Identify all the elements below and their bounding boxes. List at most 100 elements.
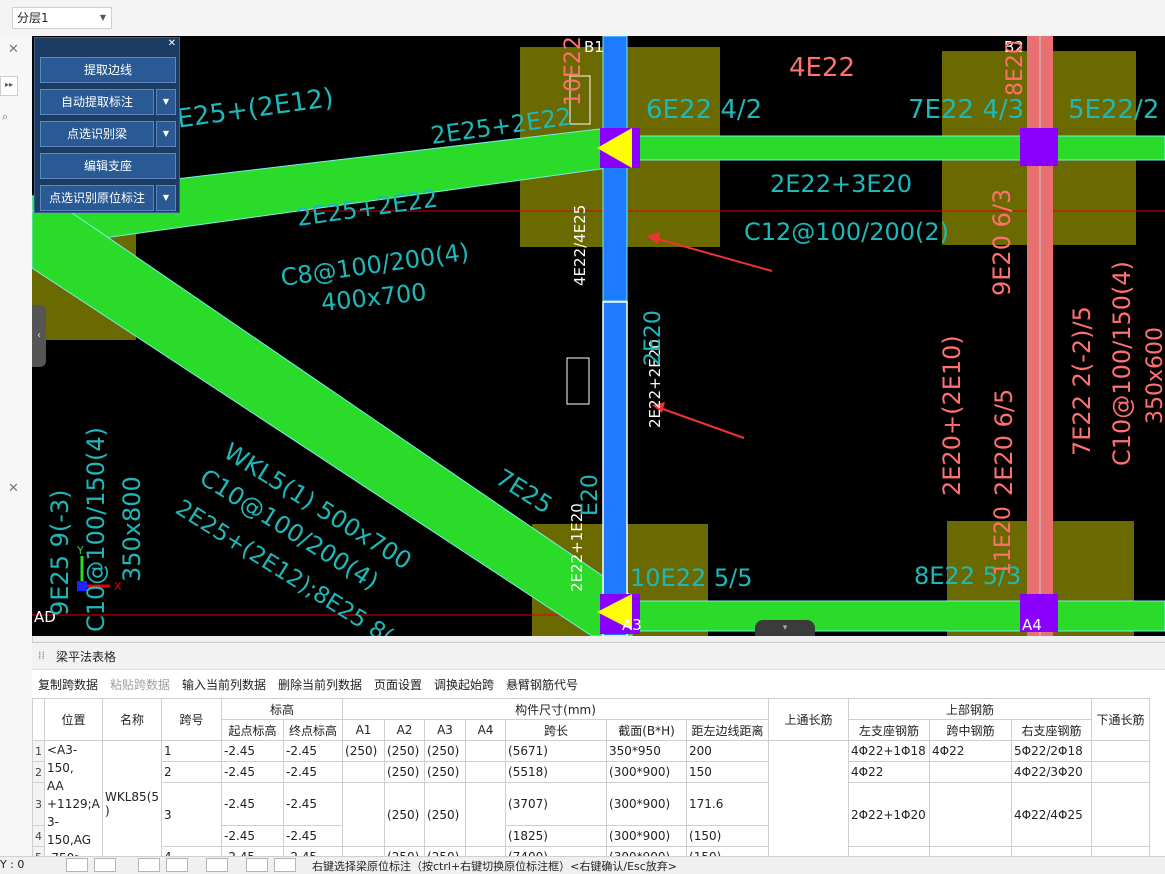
table-row[interactable]: 1 <A3-150, AA +1129;A 3-150,AG -750> WKL… <box>32 740 1151 868</box>
edge-dist-cell[interactable]: 150 <box>686 761 770 783</box>
end-elev-cell[interactable]: -2.45 <box>283 740 344 762</box>
row-number: 1 <box>32 740 45 762</box>
pick-identify-inplace-label-button[interactable]: 点选识别原位标注 <box>40 185 154 211</box>
right-support-cell[interactable]: 5Φ22/2Φ18 <box>1011 740 1093 762</box>
paste-span-data-button[interactable]: 粘贴跨数据 <box>110 676 170 693</box>
more-icon[interactable]: ▸▸ <box>0 76 18 96</box>
span-len-cell[interactable]: (5671) <box>505 740 608 762</box>
ortho-toggle[interactable] <box>66 858 88 872</box>
left-support-cell[interactable]: 4Φ22+1Φ18 <box>848 740 931 762</box>
start-elev-cell[interactable]: -2.45 <box>221 782 285 826</box>
span-len-cell[interactable]: (5518) <box>505 761 608 783</box>
annotation: 350x800 <box>118 476 146 582</box>
panel-title-bar: ⁞⁞ 梁平法表格 <box>32 643 1165 670</box>
a4-cell[interactable] <box>465 782 507 847</box>
section-cell[interactable]: (300*900) <box>606 761 688 783</box>
section-cell[interactable]: (300*900) <box>606 825 688 847</box>
copy-span-data-button[interactable]: 复制跨数据 <box>38 676 98 693</box>
col-elevation: 标高 <box>221 698 344 720</box>
name-cell[interactable]: WKL85(5 ) <box>101 740 163 868</box>
layer-select[interactable]: 分层1 ▼ <box>12 7 112 29</box>
a3-cell[interactable]: (250) <box>424 740 467 762</box>
edge-dist-cell[interactable]: (150) <box>686 825 770 847</box>
col-left-support: 左支座钢筋 <box>848 719 931 741</box>
col-a4: A4 <box>465 719 507 741</box>
span-cell[interactable]: 2 <box>161 761 223 783</box>
col-section: 截面(B*H) <box>606 719 688 741</box>
lineweight-toggle[interactable] <box>246 858 268 872</box>
cad-viewport[interactable]: Y X B1 B2 A3 A4 AD 4E22 2E25+(2E12) 2E25… <box>32 36 1165 636</box>
selected-beam <box>602 301 628 636</box>
page-setup-button[interactable]: 页面设置 <box>374 676 422 693</box>
a4-cell[interactable] <box>465 761 507 783</box>
start-elev-cell[interactable]: -2.45 <box>221 825 285 847</box>
a4-cell[interactable] <box>465 740 507 762</box>
row-header <box>32 698 45 741</box>
span-len-cell[interactable]: (1825) <box>505 825 608 847</box>
mid-span-cell[interactable] <box>929 782 1013 847</box>
annotation: C10@100/150(4) <box>1108 261 1136 466</box>
span-cell[interactable]: 3 <box>161 782 223 847</box>
right-support-cell[interactable]: 4Φ22/4Φ25 <box>1011 782 1093 847</box>
span-cell[interactable]: 1 <box>161 740 223 762</box>
left-support-cell[interactable]: 4Φ22 <box>848 761 931 783</box>
a3-cell[interactable]: (250) <box>424 761 467 783</box>
span-len-cell[interactable]: (3707) <box>505 782 608 826</box>
dynamic-input-toggle[interactable] <box>274 858 296 872</box>
mid-span-cell[interactable] <box>929 761 1013 783</box>
a2-cell[interactable]: (250) <box>384 782 426 847</box>
end-elev-cell[interactable]: -2.45 <box>283 825 344 847</box>
top-through-cell[interactable] <box>768 740 850 868</box>
bottom-through-cell[interactable] <box>1091 761 1151 783</box>
end-elev-cell[interactable]: -2.45 <box>283 761 344 783</box>
annotation: 2E20 <box>641 310 666 366</box>
extract-edge-button[interactable]: 提取边线 <box>40 57 176 83</box>
annotation: C10@100/150(4) <box>82 427 110 632</box>
swap-start-span-button[interactable]: 调换起始跨 <box>434 676 494 693</box>
a1-cell[interactable] <box>342 782 386 847</box>
a2-cell[interactable]: (250) <box>384 761 426 783</box>
viewport-expand-handle[interactable]: ▾ <box>755 620 815 636</box>
a1-cell[interactable]: (250) <box>342 740 386 762</box>
chevron-down-icon[interactable]: ▼ <box>156 89 176 115</box>
bottom-through-cell[interactable] <box>1091 782 1151 847</box>
end-elev-cell[interactable]: -2.45 <box>283 782 344 826</box>
right-support-cell[interactable]: 4Φ22/3Φ20 <box>1011 761 1093 783</box>
edit-support-button[interactable]: 编辑支座 <box>40 153 176 179</box>
polar-toggle[interactable] <box>166 858 188 872</box>
input-column-data-button[interactable]: 输入当前列数据 <box>182 676 266 693</box>
a3-cell[interactable]: (250) <box>424 782 467 847</box>
drag-grip-icon[interactable]: ⁞⁞ <box>38 649 45 662</box>
a1-cell[interactable] <box>342 761 386 783</box>
close-icon[interactable]: ✕ <box>8 481 19 496</box>
snap-toggle[interactable] <box>94 858 116 872</box>
auto-extract-label-button[interactable]: 自动提取标注 <box>40 89 154 115</box>
edge-dist-cell[interactable]: 171.6 <box>686 782 770 826</box>
a2-cell[interactable]: (250) <box>384 740 426 762</box>
chevron-down-icon[interactable]: ▼ <box>156 121 176 147</box>
panel-collapse-tab[interactable]: ‹ <box>32 305 46 367</box>
track-toggle[interactable] <box>206 858 228 872</box>
bottom-through-cell[interactable] <box>1091 740 1151 762</box>
edge-dist-cell[interactable]: 200 <box>686 740 770 762</box>
annotation: 4E22/4E25 <box>571 205 589 286</box>
mid-span-cell[interactable]: 4Φ22 <box>929 740 1013 762</box>
pick-identify-beam-button[interactable]: 点选识别梁 <box>40 121 154 147</box>
grid-toggle[interactable] <box>138 858 160 872</box>
search-icon[interactable]: ⌕ <box>2 110 8 124</box>
position-cell[interactable]: <A3-150, AA +1129;A 3-150,AG -750> <box>44 740 103 868</box>
close-icon[interactable]: ✕ <box>8 42 19 57</box>
start-elev-cell[interactable]: -2.45 <box>221 761 285 783</box>
name-line: ) <box>105 804 110 818</box>
table-row[interactable]: 3 3 -2.45 -2.45 (250) (250) (3707) (300*… <box>32 782 1151 847</box>
close-icon[interactable]: ✕ <box>168 38 176 49</box>
start-elev-cell[interactable]: -2.45 <box>221 740 285 762</box>
left-support-cell[interactable]: 2Φ22+1Φ20 <box>848 782 931 847</box>
delete-column-data-button[interactable]: 删除当前列数据 <box>278 676 362 693</box>
chevron-down-icon[interactable]: ▼ <box>156 185 176 211</box>
section-cell[interactable]: (300*900) <box>606 782 688 826</box>
cantilever-code-button[interactable]: 悬臂钢筋代号 <box>506 676 578 693</box>
section-cell[interactable]: 350*950 <box>606 740 688 762</box>
col-top-through: 上通长筋 <box>768 698 850 741</box>
table-row[interactable]: 2 2 -2.45 -2.45 (250) (250) (5518) (300*… <box>32 761 1151 783</box>
